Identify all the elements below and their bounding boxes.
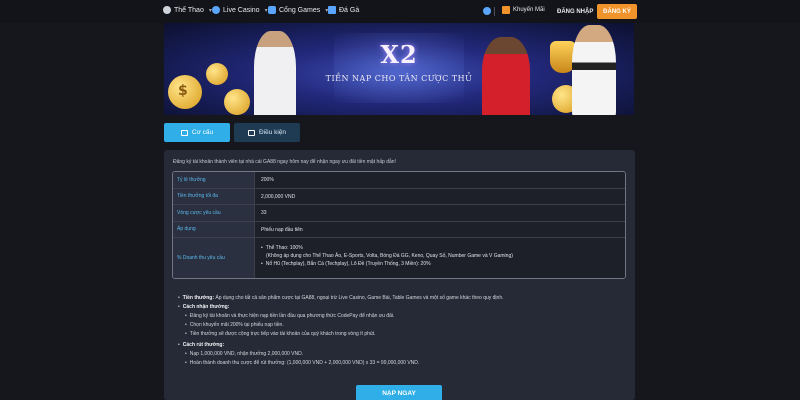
tab-label: Cơ cấu	[191, 129, 214, 136]
turnover-line: Nổ Hũ (Techplay), Bắn Cá (Techplay), Lô …	[261, 260, 619, 268]
deposit-now-button[interactable]: NẠP NGAY	[356, 385, 442, 400]
divider	[494, 7, 495, 16]
list-item-text: Hoàn thành doanh thu cược để rút thưởng:…	[189, 360, 420, 366]
promotions-label: Khuyến Mãi	[513, 7, 545, 13]
list-item: Chọn khuyến mãi 200% tại phiếu nạp tiền.	[178, 321, 628, 330]
turnover-slots: Nổ Hũ (Techplay), Bắn Cá (Techplay), Lô …	[265, 261, 431, 267]
nav-label: Đá Gà	[339, 6, 360, 14]
chip-icon	[212, 6, 220, 14]
row-label: Tiền thưởng tối đa	[173, 188, 255, 204]
content-panel: Đăng ký tài khoản thành viên tại nhà cái…	[164, 150, 635, 400]
register-button[interactable]: ĐĂNG KÝ	[597, 4, 637, 19]
turnover-line: Thể Thao: 100%	[261, 244, 619, 252]
note-withdraw: Cách rút thưởng:	[178, 341, 628, 350]
row-label: Áp dụng	[173, 221, 255, 237]
table-row: % Doanh thu yêu cầu Thể Thao: 100% (Khôn…	[173, 238, 625, 278]
player-image	[572, 25, 616, 115]
nav-item-sports[interactable]: Thể Thao ▾	[163, 6, 212, 14]
list-item: Nạp 1,000,000 VND, nhận thưởng 2,000,000…	[178, 350, 628, 359]
nav-label: Live Casino	[223, 6, 260, 14]
table-row: Áp dụng Phiếu nạp đầu tiên	[173, 221, 625, 238]
note-how: Cách nhận thưởng:	[178, 303, 628, 312]
note-heading: Tiền thưởng:	[182, 295, 215, 301]
nav-item-games[interactable]: Cổng Games ▾	[268, 6, 328, 14]
ball-icon	[163, 6, 171, 14]
list-item: Đăng ký tài khoản và thực hiện nạp tiền …	[178, 312, 628, 321]
row-value: 200%	[255, 172, 625, 188]
row-value: Phiếu nạp đầu tiên	[255, 221, 625, 237]
nav-item-live-casino[interactable]: Live Casino ▾	[212, 6, 268, 14]
row-value: 33	[255, 205, 625, 221]
nav-label: Cổng Games	[279, 6, 321, 14]
turnover-sports: Thể Thao: 100%	[265, 245, 303, 251]
table-row: Vòng cược yêu cầu 33	[173, 205, 625, 222]
list-item-text: Nạp 1,000,000 VND, nhận thưởng 2,000,000…	[189, 351, 304, 357]
note-heading: Cách nhận thưởng:	[182, 304, 230, 310]
list-item-text: Tiền thưởng sẽ được cộng trực tiếp vào t…	[189, 331, 376, 337]
search-icon[interactable]	[483, 7, 491, 15]
terms-notes: Tiền thưởng: Áp dụng cho tất cả sản phẩm…	[178, 294, 628, 368]
tab-label: Điều kiện	[258, 129, 287, 136]
table-row: Tỷ lệ thưởng 200%	[173, 172, 625, 189]
gift-icon	[502, 6, 510, 14]
nav-item-cockfight[interactable]: Đá Gà	[328, 6, 359, 14]
list-item-text: Chọn khuyến mãi 200% tại phiếu nạp tiền.	[189, 322, 284, 328]
gift-icon	[180, 129, 188, 136]
login-button[interactable]: ĐĂNG NHẬP	[552, 5, 598, 18]
row-label: Tỷ lệ thưởng	[173, 172, 255, 188]
intro-text: Đăng ký tài khoản thành viên tại nhà cái…	[173, 159, 396, 165]
nav-label: Thể Thao	[174, 6, 204, 14]
coin-graphic	[224, 89, 250, 115]
turnover-note: (Không áp dụng cho Thể Thao Ảo, E-Sports…	[266, 253, 513, 259]
tab-structure[interactable]: Cơ cấu	[164, 123, 230, 142]
promo-table: Tỷ lệ thưởng 200% Tiền thưởng tối đa 2,0…	[172, 171, 626, 279]
banner-subtitle: TIỀN NẠP CHO TÂN CƯỢC THỦ	[325, 74, 473, 83]
dollar-icon: $	[178, 83, 188, 99]
row-value: Thể Thao: 100% (Không áp dụng cho Thể Th…	[255, 238, 625, 278]
note-heading: Cách rút thưởng:	[182, 342, 225, 348]
note-money: Tiền thưởng: Áp dụng cho tất cả sản phẩm…	[178, 294, 628, 303]
list-item-text: Đăng ký tài khoản và thực hiện nạp tiền …	[189, 313, 395, 319]
document-icon	[247, 129, 255, 136]
list-item: Tiền thưởng sẽ được cộng trực tiếp vào t…	[178, 330, 628, 339]
note-text: Áp dụng cho tất cả sản phẩm cược tại GA8…	[215, 295, 504, 301]
rooster-icon	[328, 6, 336, 14]
row-label: % Doanh thu yêu cầu	[173, 238, 255, 278]
gamepad-icon	[268, 6, 276, 14]
tab-conditions[interactable]: Điều kiện	[234, 123, 300, 142]
top-nav: Thể Thao ▾ Live Casino ▾ Cổng Games ▾ Đá…	[0, 0, 800, 23]
promotions-link[interactable]: Khuyến Mãi	[502, 6, 545, 14]
promo-banner: $ X2 TIỀN NẠP CHO TÂN CƯỢC THỦ	[164, 23, 634, 115]
banner-headline: X2	[380, 40, 418, 69]
row-label: Vòng cược yêu cầu	[173, 205, 255, 221]
list-item: Hoàn thành doanh thu cược để rút thưởng:…	[178, 359, 628, 368]
table-row: Tiền thưởng tối đa 2,000,000 VND	[173, 188, 625, 205]
row-value: 2,000,000 VND	[255, 188, 625, 204]
